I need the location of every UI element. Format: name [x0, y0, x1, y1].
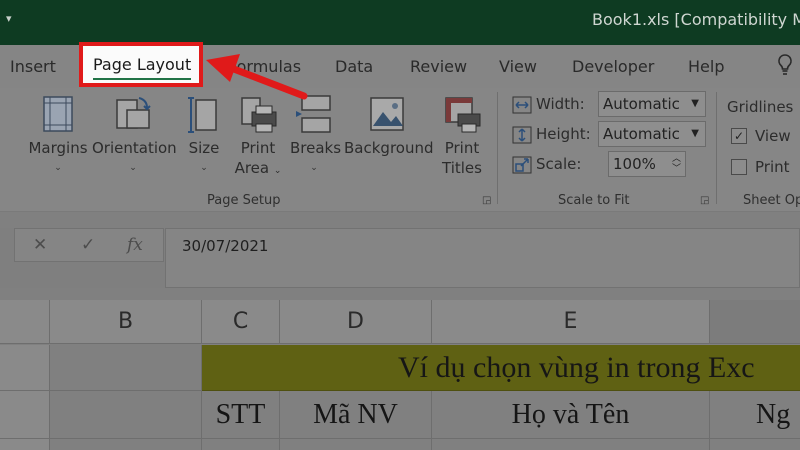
group-divider: [716, 92, 717, 204]
print-titles-button[interactable]: Print Titles: [438, 94, 486, 178]
column-header-e[interactable]: E: [432, 300, 710, 344]
header-cell-ma-nv[interactable]: Mã NV: [280, 391, 432, 439]
insert-function-icon[interactable]: fx: [127, 235, 143, 255]
width-row: Width:: [512, 95, 585, 114]
page-setup-group-label: Page Setup: [207, 193, 281, 208]
cell-b2[interactable]: [50, 391, 202, 439]
window-title: Book1.xls [Compatibility Mo: [592, 10, 800, 29]
scale-to-fit-group-label: Scale to Fit: [558, 193, 630, 208]
chevron-down-icon: ⌄: [129, 163, 137, 173]
cell-c3[interactable]: [202, 439, 280, 450]
tab-data[interactable]: Data: [335, 57, 373, 76]
formula-input[interactable]: 30/07/2021: [165, 228, 800, 288]
gridlines-print-label: Print: [755, 158, 790, 176]
formula-value: 30/07/2021: [182, 237, 269, 255]
ribbon-page-layout: Margins ⌄ Orientation ⌄ Size ⌄ Print Are…: [0, 88, 800, 212]
chevron-down-icon: ⌄: [54, 163, 62, 173]
annotation-arrow-icon: [206, 54, 308, 100]
chevron-down-icon: ⌄: [200, 163, 208, 173]
quick-access-menu-icon[interactable]: ▾: [6, 12, 12, 25]
print-titles-icon: [445, 97, 481, 133]
width-label: Width:: [536, 95, 585, 113]
title-bar: ▾ Book1.xls [Compatibility Mo: [0, 0, 800, 45]
height-row: Height:: [512, 125, 591, 144]
row-header[interactable]: [0, 439, 50, 450]
print-area-label-1: Print: [240, 139, 276, 157]
formula-bar: ✕ ✓ fx 30/07/2021: [0, 228, 800, 288]
tab-page-layout-label: Page Layout: [93, 55, 192, 74]
orientation-icon: [116, 97, 151, 129]
formula-buttons: ✕ ✓ fx: [14, 228, 164, 262]
column-header-f[interactable]: [710, 300, 800, 344]
page-setup-launcher-icon[interactable]: ◲: [482, 195, 491, 206]
tab-review[interactable]: Review: [410, 57, 467, 76]
scale-row: Scale:: [512, 155, 581, 174]
print-titles-label-2: Titles: [442, 159, 482, 177]
width-icon: [512, 96, 532, 113]
height-label: Height:: [536, 125, 591, 143]
ribbon-gap: [0, 212, 800, 228]
height-value: Automatic: [603, 125, 680, 143]
background-label: Background: [344, 139, 434, 157]
chevron-down-icon: ▼: [691, 128, 699, 139]
row-header[interactable]: [0, 391, 50, 439]
margins-icon: [43, 96, 73, 132]
group-divider: [497, 92, 498, 204]
cell-d3[interactable]: [280, 439, 432, 450]
gridlines-label: Gridlines: [727, 98, 794, 116]
select-all-corner[interactable]: [0, 300, 50, 344]
cell-b1[interactable]: [50, 345, 202, 391]
width-combobox[interactable]: Automatic ▼: [598, 91, 706, 117]
margins-label: Margins: [28, 139, 88, 157]
header-cell-ho-va-ten[interactable]: Họ và Tên: [432, 391, 710, 439]
height-icon: [512, 126, 532, 143]
tab-developer[interactable]: Developer: [572, 57, 654, 76]
tab-help[interactable]: Help: [688, 57, 724, 76]
gridlines-print-checkbox[interactable]: [731, 159, 747, 175]
background-icon: [370, 97, 404, 131]
lightbulb-icon[interactable]: [776, 53, 794, 81]
column-header-d[interactable]: D: [280, 300, 432, 344]
breaks-button[interactable]: Breaks ⌄: [290, 94, 342, 178]
orientation-button[interactable]: Orientation ⌄: [92, 94, 177, 178]
chevron-down-icon: ▼: [691, 98, 699, 109]
print-area-label-2: Area: [234, 159, 270, 177]
size-label: Size: [188, 139, 220, 157]
enter-icon[interactable]: ✓: [81, 235, 95, 255]
header-cell-stt[interactable]: STT: [202, 391, 280, 439]
scale-label: Scale:: [536, 155, 582, 173]
column-header-b[interactable]: B: [50, 300, 202, 344]
size-button[interactable]: Size ⌄: [182, 94, 226, 178]
print-area-button[interactable]: Print Area ⌄: [234, 94, 282, 181]
width-value: Automatic: [603, 95, 680, 113]
breaks-label: Breaks: [290, 139, 342, 157]
chevron-down-icon: ⌄: [310, 163, 318, 173]
scale-to-fit-launcher-icon[interactable]: ◲: [700, 195, 709, 206]
active-tab-underline: [93, 78, 191, 80]
tab-insert[interactable]: Insert: [10, 57, 56, 76]
scale-spinner[interactable]: 100% ︿ ﹀: [608, 151, 686, 177]
background-button[interactable]: Background: [344, 94, 434, 158]
print-titles-label-1: Print: [444, 139, 480, 157]
tab-view[interactable]: View: [499, 57, 537, 76]
gridlines-view-label: View: [755, 127, 791, 145]
row-header[interactable]: [0, 345, 50, 391]
spinner-arrows-icon[interactable]: ︿ ﹀: [672, 154, 681, 174]
margins-button[interactable]: Margins ⌄: [28, 94, 88, 178]
column-header-c[interactable]: C: [202, 300, 280, 344]
title-banner-cell[interactable]: Ví dụ chọn vùng in trong Exc: [202, 345, 800, 391]
height-combobox[interactable]: Automatic ▼: [598, 121, 706, 147]
gridlines-view-checkbox[interactable]: ✓: [731, 128, 747, 144]
header-cell-ngay[interactable]: Ng: [710, 391, 800, 439]
chevron-down-icon: ⌄: [273, 166, 282, 176]
cancel-icon[interactable]: ✕: [33, 235, 47, 255]
tab-page-layout[interactable]: Page Layout: [79, 42, 203, 87]
scale-icon: [512, 156, 532, 173]
orientation-label: Orientation: [92, 139, 177, 157]
cell-b3[interactable]: [50, 439, 202, 450]
sheet-options-group-label: Sheet Op: [743, 193, 800, 208]
scale-value: 100%: [613, 155, 656, 173]
cell-e3[interactable]: [432, 439, 710, 450]
